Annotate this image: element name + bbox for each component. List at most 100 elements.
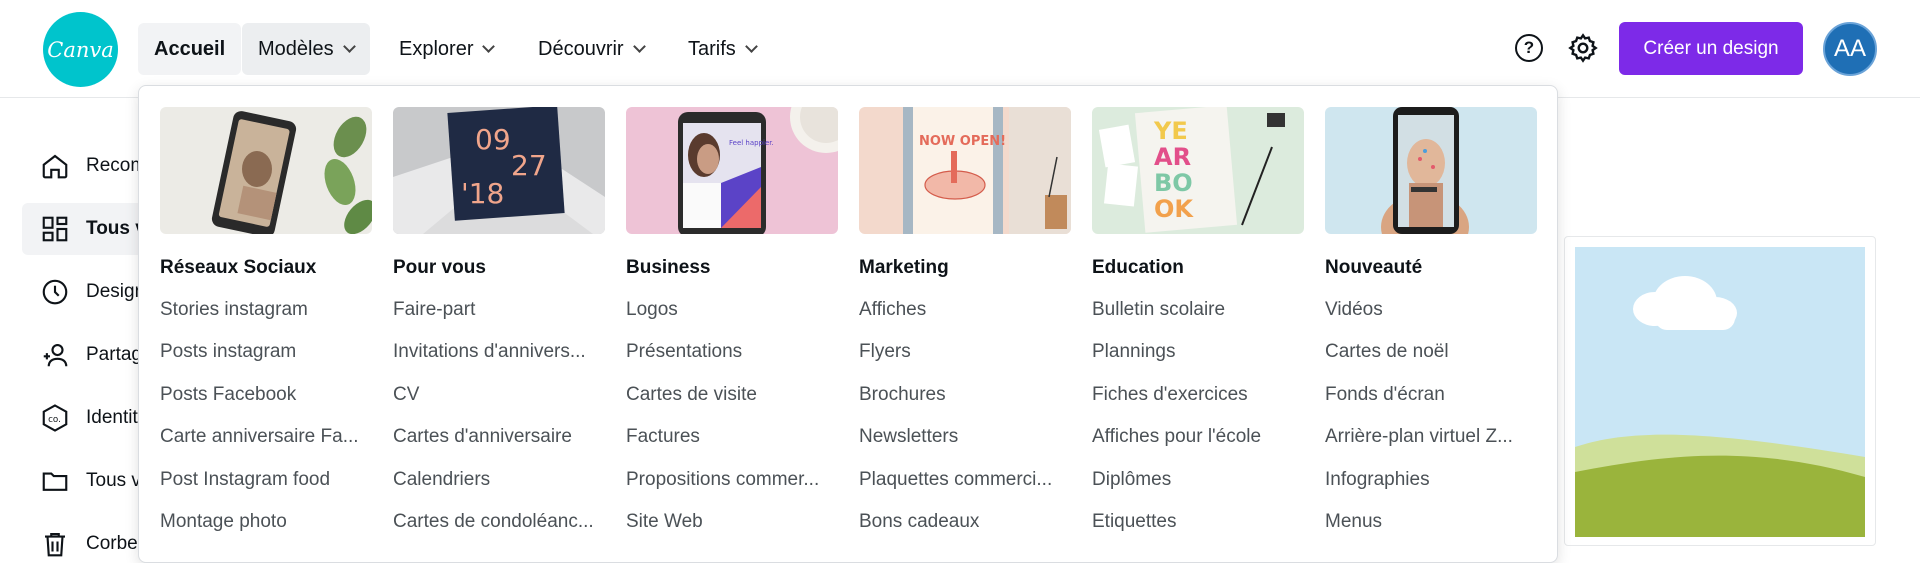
- menu-column-title: Business: [626, 257, 711, 278]
- folder-icon: [42, 472, 68, 491]
- menu-column-title: Réseaux Sociaux: [160, 257, 317, 278]
- for-you-thumbnail[interactable]: 09 27 '18: [393, 107, 605, 234]
- home-icon: [42, 154, 68, 179]
- menu-link[interactable]: Post Instagram food: [160, 469, 372, 511]
- menu-link[interactable]: Plaquettes commerci...: [859, 469, 1071, 511]
- thumb-text: OK: [1154, 195, 1194, 223]
- design-preview-card[interactable]: [1564, 236, 1876, 546]
- nav-home[interactable]: Accueil: [138, 23, 242, 75]
- nav-templates-label: Modèles: [258, 37, 334, 60]
- help-icon[interactable]: ?: [1515, 34, 1543, 62]
- people-icon: [43, 343, 68, 367]
- menu-link[interactable]: Menus: [1325, 511, 1537, 553]
- grid-icon: [42, 216, 68, 242]
- menu-link[interactable]: Cartes de noël: [1325, 341, 1537, 383]
- gear-icon[interactable]: [1567, 32, 1599, 64]
- menu-column-education: YE AR BO OK Education Bulletin scolaire …: [1092, 107, 1304, 553]
- thumb-text: AR: [1154, 143, 1191, 171]
- menu-link[interactable]: Faire-part: [393, 299, 605, 341]
- chevron-down-icon: [744, 39, 758, 53]
- menu-column-for-you: 09 27 '18 Pour vous Faire-part Invitatio…: [393, 107, 605, 553]
- social-media-thumbnail[interactable]: [160, 107, 372, 234]
- menu-link[interactable]: Propositions commer...: [626, 469, 838, 511]
- menu-link[interactable]: Cartes de visite: [626, 384, 838, 426]
- nav-explore[interactable]: Explorer: [383, 23, 509, 75]
- chevron-down-icon: [632, 39, 646, 53]
- templates-dropdown-menu: Réseaux Sociaux Stories instagram Posts …: [138, 85, 1558, 563]
- placeholder-landscape-image: [1575, 247, 1865, 537]
- sidebar-item-label: Corbe: [86, 533, 138, 554]
- menu-link[interactable]: Infographies: [1325, 469, 1537, 511]
- sidebar-item-label: Partag: [86, 344, 142, 365]
- thumb-text: '18: [461, 177, 504, 210]
- nav-discover-label: Découvrir: [538, 37, 624, 60]
- chevron-down-icon: [342, 39, 356, 53]
- nav-pricing-label: Tarifs: [688, 37, 736, 60]
- menu-column-business: Feel happier. Business Logos Présentatio…: [626, 107, 838, 553]
- menu-link[interactable]: Vidéos: [1325, 299, 1537, 341]
- education-thumbnail[interactable]: YE AR BO OK: [1092, 107, 1304, 234]
- menu-link[interactable]: Cartes de condoléanc...: [393, 511, 605, 553]
- menu-link[interactable]: Stories instagram: [160, 299, 372, 341]
- new-thumbnail[interactable]: [1325, 107, 1537, 234]
- nav-pricing[interactable]: Tarifs: [672, 23, 772, 75]
- canva-logo[interactable]: Canva: [43, 12, 118, 87]
- menu-column-title: Marketing: [859, 257, 949, 278]
- menu-link[interactable]: Posts instagram: [160, 341, 372, 383]
- menu-link[interactable]: Affiches: [859, 299, 1071, 341]
- business-thumbnail[interactable]: Feel happier.: [626, 107, 838, 234]
- nav-discover[interactable]: Découvrir: [522, 23, 660, 75]
- menu-link[interactable]: Affiches pour l'école: [1092, 426, 1304, 468]
- marketing-thumbnail[interactable]: NOW OPEN!: [859, 107, 1071, 234]
- menu-link[interactable]: Montage photo: [160, 511, 372, 553]
- menu-column-title: Nouveauté: [1325, 257, 1423, 278]
- menu-link[interactable]: Bons cadeaux: [859, 511, 1071, 553]
- menu-link[interactable]: Fonds d'écran: [1325, 384, 1537, 426]
- menu-link[interactable]: Fiches d'exercices: [1092, 384, 1304, 426]
- sidebar-item-label: Identit: [86, 407, 138, 428]
- menu-link[interactable]: Site Web: [626, 511, 838, 553]
- menu-link[interactable]: Arrière-plan virtuel Z...: [1325, 426, 1537, 468]
- menu-link[interactable]: Posts Facebook: [160, 384, 372, 426]
- create-design-button[interactable]: Créer un design: [1619, 22, 1803, 75]
- clock-icon: [42, 279, 68, 305]
- thumb-text: YE: [1153, 117, 1188, 145]
- thumb-text: BO: [1154, 169, 1193, 197]
- menu-link[interactable]: Factures: [626, 426, 838, 468]
- menu-link[interactable]: CV: [393, 384, 605, 426]
- svg-text:co.: co.: [48, 415, 61, 425]
- thumb-text: NOW OPEN!: [919, 134, 1006, 149]
- menu-link[interactable]: Cartes d'anniversaire: [393, 426, 605, 468]
- menu-column-marketing: NOW OPEN! Marketing Affiches Flyers Broc…: [859, 107, 1071, 553]
- sidebar-item-label: Tous v: [86, 218, 146, 239]
- menu-column-title: Education: [1092, 257, 1184, 278]
- menu-link[interactable]: Carte anniversaire Fa...: [160, 426, 372, 468]
- thumb-text: Feel happier.: [729, 139, 774, 147]
- menu-link[interactable]: Diplômes: [1092, 469, 1304, 511]
- menu-link[interactable]: Newsletters: [859, 426, 1071, 468]
- menu-link[interactable]: Invitations d'annivers...: [393, 341, 605, 383]
- nav-explore-label: Explorer: [399, 37, 474, 60]
- menu-link[interactable]: Calendriers: [393, 469, 605, 511]
- avatar[interactable]: AA: [1823, 22, 1877, 76]
- chevron-down-icon: [482, 39, 496, 53]
- brand-icon: co.: [42, 404, 68, 432]
- thumb-text: 27: [511, 149, 547, 182]
- thumb-text: 09: [475, 123, 511, 156]
- nav-templates[interactable]: Modèles: [242, 23, 370, 75]
- menu-link[interactable]: Présentations: [626, 341, 838, 383]
- menu-column-new: Nouveauté Vidéos Cartes de noël Fonds d'…: [1325, 107, 1537, 553]
- sidebar-item-label: Tous v: [86, 470, 141, 491]
- trash-icon: [45, 532, 65, 557]
- menu-link[interactable]: Etiquettes: [1092, 511, 1304, 553]
- menu-link[interactable]: Flyers: [859, 341, 1071, 383]
- nav-home-label: Accueil: [154, 37, 226, 60]
- top-bar: Canva Accueil Modèles Explorer Découvrir…: [0, 0, 1920, 98]
- sidebar-item-label: Design: [86, 281, 146, 302]
- menu-link[interactable]: Logos: [626, 299, 838, 341]
- menu-link[interactable]: Plannings: [1092, 341, 1304, 383]
- menu-link[interactable]: Bulletin scolaire: [1092, 299, 1304, 341]
- menu-link[interactable]: Brochures: [859, 384, 1071, 426]
- menu-column-social: Réseaux Sociaux Stories instagram Posts …: [160, 107, 372, 553]
- menu-column-title: Pour vous: [393, 257, 486, 278]
